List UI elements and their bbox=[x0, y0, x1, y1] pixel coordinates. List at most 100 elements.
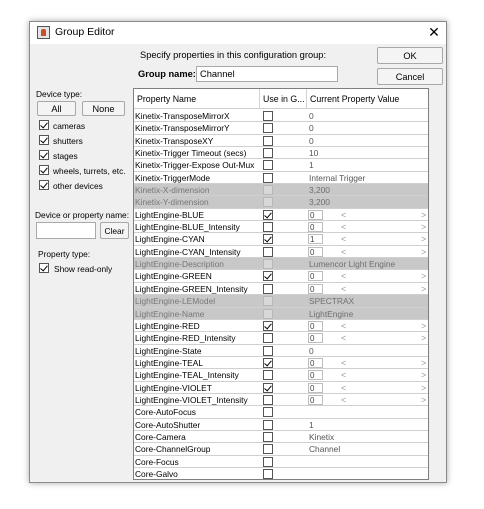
device-property-search-input[interactable] bbox=[36, 222, 96, 239]
slider-left-arrow-icon[interactable]: < bbox=[341, 382, 346, 394]
table-row[interactable]: LightEngine-BLUE 0 < > bbox=[134, 209, 428, 222]
table-row[interactable]: LightEngine-LEModel SPECTRAX bbox=[134, 295, 428, 308]
property-value-cell[interactable]: 0 < > bbox=[307, 246, 428, 258]
property-value-cell[interactable]: 0 bbox=[307, 345, 428, 357]
slider-left-arrow-icon[interactable]: < bbox=[341, 332, 346, 344]
property-value-cell[interactable]: 0 < > bbox=[307, 283, 428, 295]
slider-right-arrow-icon[interactable]: > bbox=[421, 209, 426, 221]
property-value-cell[interactable] bbox=[307, 468, 428, 479]
device-type-checkbox[interactable] bbox=[39, 180, 49, 190]
value-spinner-field[interactable]: 0 bbox=[308, 370, 323, 381]
property-value-cell[interactable]: 0 < > bbox=[307, 382, 428, 394]
device-type-checkbox[interactable] bbox=[39, 135, 49, 145]
none-button[interactable]: None bbox=[82, 101, 125, 116]
property-value-cell[interactable]: 0 < > bbox=[307, 320, 428, 332]
slider-right-arrow-icon[interactable]: > bbox=[421, 221, 426, 233]
slider-left-arrow-icon[interactable]: < bbox=[341, 369, 346, 381]
property-value-cell[interactable]: LightEngine bbox=[307, 308, 428, 320]
property-value-cell[interactable]: 0 < > bbox=[307, 221, 428, 233]
use-in-group-checkbox[interactable] bbox=[263, 333, 273, 344]
use-in-group-checkbox[interactable] bbox=[263, 345, 273, 356]
value-spinner-field[interactable]: 0 bbox=[308, 394, 323, 405]
use-in-group-checkbox[interactable] bbox=[263, 308, 273, 319]
clear-button[interactable]: Clear bbox=[100, 222, 129, 239]
property-value-cell[interactable]: 0 bbox=[307, 122, 428, 134]
slider-left-arrow-icon[interactable]: < bbox=[341, 246, 346, 258]
table-row[interactable]: LightEngine-CYAN 1 < > bbox=[134, 233, 428, 246]
table-row[interactable]: LightEngine-VIOLET_Intensity 0 < > bbox=[134, 394, 428, 407]
show-readonly-checkbox[interactable] bbox=[39, 263, 49, 273]
use-in-group-checkbox[interactable] bbox=[263, 456, 273, 467]
use-in-group-checkbox[interactable] bbox=[263, 135, 273, 146]
property-value-cell[interactable]: Lumencor Light Engine bbox=[307, 258, 428, 270]
value-spinner-field[interactable]: 0 bbox=[308, 283, 323, 294]
use-in-group-checkbox[interactable] bbox=[263, 468, 273, 479]
table-row[interactable]: Kinetix-TriggerMode Internal Trigger bbox=[134, 172, 428, 185]
table-row[interactable]: LightEngine-Description Lumencor Light En… bbox=[134, 258, 428, 271]
table-row[interactable]: Core-ChannelGroup Channel bbox=[134, 443, 428, 456]
property-value-cell[interactable]: 0 bbox=[307, 135, 428, 147]
value-spinner-field[interactable]: 0 bbox=[308, 382, 323, 393]
ok-button[interactable]: OK bbox=[377, 47, 443, 64]
use-in-group-checkbox[interactable] bbox=[263, 123, 273, 134]
slider-left-arrow-icon[interactable]: < bbox=[341, 320, 346, 332]
table-row[interactable]: Core-Galvo bbox=[134, 468, 428, 479]
cancel-button[interactable]: Cancel bbox=[377, 68, 443, 85]
use-in-group-checkbox[interactable] bbox=[263, 172, 273, 183]
use-in-group-checkbox[interactable] bbox=[263, 185, 273, 196]
property-value-cell[interactable]: Kinetix bbox=[307, 431, 428, 443]
use-in-group-checkbox[interactable] bbox=[263, 419, 273, 430]
value-spinner-field[interactable]: 0 bbox=[308, 209, 323, 220]
slider-right-arrow-icon[interactable]: > bbox=[421, 394, 426, 406]
slider-right-arrow-icon[interactable]: > bbox=[421, 233, 426, 245]
property-value-cell[interactable]: 1 bbox=[307, 159, 428, 171]
use-in-group-checkbox[interactable] bbox=[263, 222, 273, 233]
use-in-group-checkbox[interactable] bbox=[263, 382, 273, 393]
use-in-group-checkbox[interactable] bbox=[263, 259, 273, 270]
device-type-checkbox[interactable] bbox=[39, 120, 49, 130]
value-spinner-field[interactable]: 0 bbox=[308, 271, 323, 282]
use-in-group-checkbox[interactable] bbox=[263, 246, 273, 257]
value-spinner-field[interactable]: 1 bbox=[308, 234, 323, 245]
property-value-cell[interactable]: 3,200 bbox=[307, 184, 428, 196]
slider-right-arrow-icon[interactable]: > bbox=[421, 320, 426, 332]
use-in-group-checkbox[interactable] bbox=[263, 394, 273, 405]
slider-left-arrow-icon[interactable]: < bbox=[341, 209, 346, 221]
table-row[interactable]: LightEngine-RED 0 < > bbox=[134, 320, 428, 333]
table-row[interactable]: LightEngine-VIOLET 0 < > bbox=[134, 382, 428, 394]
property-value-cell[interactable] bbox=[307, 456, 428, 468]
table-row[interactable]: Kinetix-Trigger Timeout (secs) 10 bbox=[134, 147, 428, 160]
table-row[interactable]: LightEngine-GREEN_Intensity 0 < > bbox=[134, 283, 428, 296]
property-value-cell[interactable]: Internal Trigger bbox=[307, 172, 428, 184]
property-value-cell[interactable]: 0 < > bbox=[307, 270, 428, 282]
property-value-cell[interactable]: 1 < > bbox=[307, 233, 428, 245]
table-row[interactable]: LightEngine-TEAL 0 < > bbox=[134, 357, 428, 370]
use-in-group-checkbox[interactable] bbox=[263, 431, 273, 442]
device-type-checkbox[interactable] bbox=[39, 150, 49, 160]
property-value-cell[interactable]: 0 < > bbox=[307, 394, 428, 406]
use-in-group-checkbox[interactable] bbox=[263, 234, 273, 245]
value-spinner-field[interactable]: 0 bbox=[308, 357, 323, 368]
slider-right-arrow-icon[interactable]: > bbox=[421, 246, 426, 258]
device-type-checkbox[interactable] bbox=[39, 165, 49, 175]
use-in-group-checkbox[interactable] bbox=[263, 320, 273, 331]
table-row[interactable]: Kinetix-TransposeMirrorX 0 bbox=[134, 110, 428, 123]
use-in-group-checkbox[interactable] bbox=[263, 111, 273, 121]
table-row[interactable]: Kinetix-TransposeXY 0 bbox=[134, 135, 428, 148]
use-in-group-checkbox[interactable] bbox=[263, 271, 273, 282]
table-row[interactable]: Core-AutoShutter 1 bbox=[134, 419, 428, 431]
value-spinner-field[interactable]: 0 bbox=[308, 333, 323, 344]
table-row[interactable]: LightEngine-State 0 bbox=[134, 345, 428, 357]
table-row[interactable]: LightEngine-Name LightEngine bbox=[134, 307, 428, 320]
table-row[interactable]: Kinetix-Y-dimension 3,200 bbox=[134, 196, 428, 209]
table-row[interactable]: Core-AutoFocus bbox=[134, 406, 428, 419]
group-name-input[interactable]: Channel bbox=[196, 66, 338, 82]
table-row[interactable]: LightEngine-RED_Intensity 0 < > bbox=[134, 332, 428, 345]
slider-right-arrow-icon[interactable]: > bbox=[421, 382, 426, 394]
slider-left-arrow-icon[interactable]: < bbox=[341, 394, 346, 406]
use-in-group-checkbox[interactable] bbox=[263, 370, 273, 381]
table-row[interactable]: Kinetix-Trigger-Expose Out-Mux 1 bbox=[134, 159, 428, 172]
property-value-cell[interactable]: 0 bbox=[307, 110, 428, 122]
slider-right-arrow-icon[interactable]: > bbox=[421, 369, 426, 381]
value-spinner-field[interactable]: 0 bbox=[308, 246, 323, 257]
